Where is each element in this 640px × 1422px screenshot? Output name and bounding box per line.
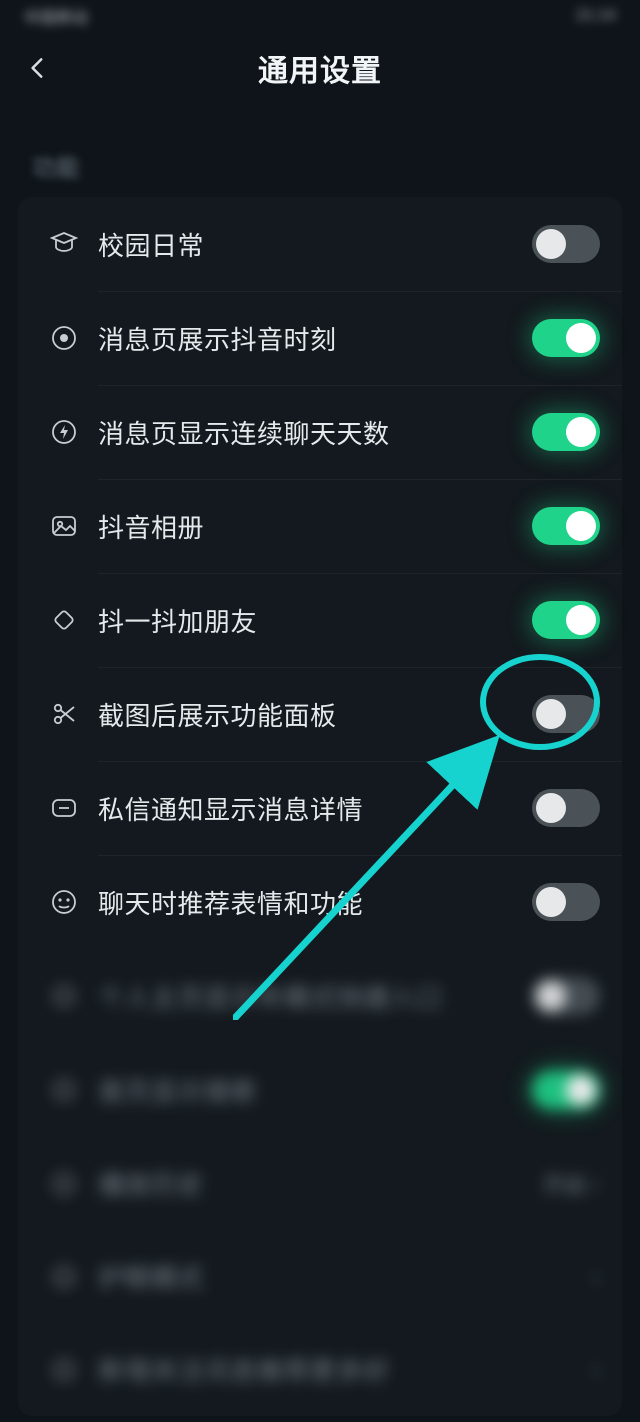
row-label: 消息页显示连续聊天天数 [98, 414, 532, 451]
header: 通用设置 [0, 32, 640, 104]
row-label: 校园日常 [98, 226, 532, 263]
row-label: 抖音相册 [98, 508, 532, 545]
toggle-switch[interactable] [532, 977, 600, 1015]
chevron-right-icon: › [593, 1171, 600, 1197]
toggle-switch[interactable] [532, 883, 600, 921]
settings-row: 聊天时推荐表情和功能 [18, 855, 622, 949]
settings-row-blurred: 护眼模式› [18, 1230, 622, 1323]
toggle-switch[interactable] [532, 695, 600, 733]
settings-row: 抖音相册 [18, 479, 622, 573]
settings-row: 校园日常 [18, 197, 622, 291]
chevron-left-icon [25, 55, 51, 81]
settings-row-blurred: 新增关注讯息推荐更多好› [18, 1323, 622, 1416]
row-label: 私信通知显示消息详情 [98, 790, 532, 827]
row-label: 消息页展示抖音时刻 [98, 320, 532, 357]
row-label: 抖一抖加朋友 [98, 602, 532, 639]
message-icon [30, 793, 98, 823]
chevron-right-icon: › [593, 1357, 600, 1383]
scissors-icon [30, 699, 98, 729]
toggle-switch[interactable] [532, 789, 600, 827]
target-icon [30, 323, 98, 353]
toggle-switch[interactable] [532, 507, 600, 545]
toggle-switch[interactable] [532, 601, 600, 639]
row-label: 聊天时推荐表情和功能 [98, 884, 532, 921]
status-right: 21:14 [576, 7, 616, 25]
bolt-circle-icon [30, 417, 98, 447]
settings-row: 消息页显示连续聊天天数 [18, 385, 622, 479]
settings-row: 私信通知显示消息详情 [18, 761, 622, 855]
section-header: 功能 [0, 104, 640, 197]
back-button[interactable] [14, 44, 62, 92]
settings-row: 抖一抖加朋友 [18, 573, 622, 667]
shake-icon [30, 605, 98, 635]
blur-icon [30, 1355, 98, 1385]
settings-row: 消息页展示抖音时刻 [18, 291, 622, 385]
blur-icon [30, 981, 98, 1011]
toggle-switch[interactable] [532, 319, 600, 357]
chevron-right-icon: › [593, 1264, 600, 1290]
face-icon [30, 887, 98, 917]
row-label: 个人主页显示年模式快捷入口 [98, 978, 532, 1015]
page-title: 通用设置 [258, 46, 382, 90]
status-left: 中国移动 [24, 4, 88, 28]
toggle-switch[interactable] [532, 225, 600, 263]
settings-row-blurred: 首页显示搜索 [18, 1043, 622, 1137]
row-value: 开启 [543, 1168, 587, 1200]
toggle-switch[interactable] [532, 413, 600, 451]
settings-row: 截图后展示功能面板 [18, 667, 622, 761]
blur-icon [30, 1262, 98, 1292]
settings-row-blurred: 播放历史开启› [18, 1137, 622, 1230]
settings-row-blurred: 个人主页显示年模式快捷入口 [18, 949, 622, 1043]
blur-icon [30, 1169, 98, 1199]
row-label: 播放历史 [98, 1165, 543, 1202]
row-label: 首页显示搜索 [98, 1072, 532, 1109]
status-bar: 中国移动 21:14 [0, 0, 640, 32]
row-label: 新增关注讯息推荐更多好 [98, 1351, 587, 1388]
row-label: 护眼模式 [98, 1258, 587, 1295]
blur-icon [30, 1075, 98, 1105]
graduation-cap-icon [30, 229, 98, 259]
settings-card: 校园日常消息页展示抖音时刻消息页显示连续聊天天数抖音相册抖一抖加朋友截图后展示功… [18, 197, 622, 1416]
photo-icon [30, 511, 98, 541]
toggle-switch[interactable] [532, 1071, 600, 1109]
row-label: 截图后展示功能面板 [98, 696, 532, 733]
